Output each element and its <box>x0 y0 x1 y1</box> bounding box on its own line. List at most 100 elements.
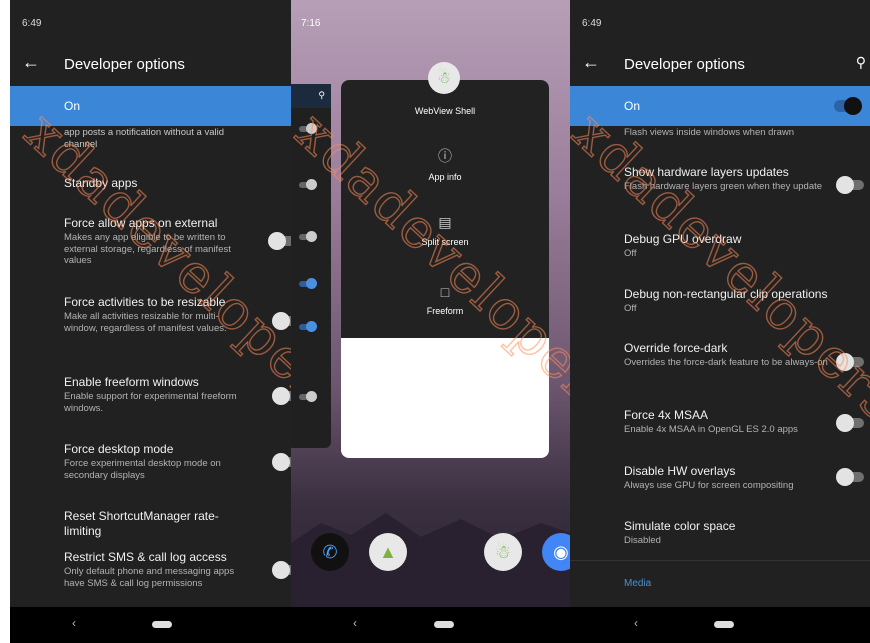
setting-title: Force activities to be resizable <box>64 295 226 309</box>
menu-item-app-info[interactable]: ⓘ App info <box>341 146 549 182</box>
nav-back-icon[interactable]: ‹ <box>353 616 357 630</box>
toggle-switch[interactable] <box>272 453 291 471</box>
search-icon[interactable]: ⚲ <box>856 54 866 71</box>
setting-row-restrict-sms[interactable]: Restrict SMS & call log access Only defa… <box>64 550 251 589</box>
app-bar: ← Developer options ⚲ <box>570 44 870 88</box>
setting-title: Debug non-rectangular clip operations <box>624 287 828 301</box>
previous-app-preview[interactable]: ⚲ <box>291 84 331 448</box>
navigation-bar: ‹ <box>10 607 291 643</box>
status-time: 6:49 <box>582 18 602 29</box>
nav-back-icon[interactable]: ‹ <box>634 616 638 630</box>
section-header-media: Media <box>624 578 652 589</box>
app-bar: ← Developer options <box>10 44 291 88</box>
setting-title: Override force-dark <box>624 341 728 355</box>
toggle-switch[interactable] <box>836 176 864 194</box>
setting-row-clip-operations[interactable]: Debug non-rectangular clip operations Of… <box>624 287 860 315</box>
setting-title: Force allow apps on external <box>64 216 218 230</box>
setting-row-gpu-overdraw[interactable]: Debug GPU overdraw Off <box>624 232 830 260</box>
setting-summary: Enable support for experimental freeform… <box>64 391 237 414</box>
nav-home-pill[interactable] <box>714 621 734 628</box>
toggle-switch[interactable] <box>836 414 864 432</box>
setting-title: Force desktop mode <box>64 442 174 456</box>
setting-summary: app posts a notification without a valid… <box>64 127 225 150</box>
setting-summary: Flash views inside windows when drawn <box>624 127 795 138</box>
setting-row-color-space[interactable]: Simulate color space Disabled <box>624 519 830 547</box>
setting-row-desktop-mode[interactable]: Force desktop mode Force experimental de… <box>64 442 251 481</box>
toggle-switch <box>299 231 317 242</box>
setting-summary: Off <box>624 303 637 314</box>
setting-row-force-resizable[interactable]: Force activities to be resizable Make al… <box>64 295 251 334</box>
section-divider <box>570 560 870 561</box>
webview-app-icon[interactable]: ☃ <box>428 62 460 94</box>
toggle-switch <box>299 321 317 332</box>
toggle-switch[interactable] <box>272 387 291 405</box>
setting-row-partial: app posts a notification without a valid… <box>64 126 251 150</box>
setting-title: Force 4x MSAA <box>624 408 709 422</box>
back-arrow-icon[interactable]: ← <box>22 52 40 73</box>
setting-summary: Force experimental desktop mode on secon… <box>64 458 221 481</box>
setting-row-msaa[interactable]: Force 4x MSAA Enable 4x MSAA in OpenGL E… <box>624 408 830 436</box>
setting-title: Disable HW overlays <box>624 464 736 478</box>
toggle-switch[interactable] <box>272 312 291 330</box>
nav-back-icon[interactable]: ‹ <box>72 616 76 630</box>
nav-home-pill[interactable] <box>152 621 172 628</box>
setting-row-standby-apps[interactable]: Standby apps <box>64 176 251 191</box>
setting-title: Simulate color space <box>624 519 736 533</box>
setting-title: Standby apps <box>64 176 138 190</box>
setting-summary: Only default phone and messaging apps ha… <box>64 566 235 589</box>
app-card-webview-shell[interactable]: WebView Shell ⓘ App info ▤ Split screen … <box>341 80 549 458</box>
toggle-switch[interactable] <box>836 468 864 486</box>
setting-title: Debug GPU overdraw <box>624 232 742 246</box>
setting-row-reset-shortcut[interactable]: Reset ShortcutManager rate-limiting <box>64 509 251 539</box>
setting-summary: Off <box>624 248 637 259</box>
setting-row-hw-layers[interactable]: Show hardware layers updates Flash hardw… <box>624 165 830 193</box>
toggle-switch[interactable] <box>836 353 864 371</box>
status-bar: 6:49 <box>570 0 870 44</box>
phone-app-icon[interactable]: ✆ <box>311 533 349 571</box>
search-icon: ⚲ <box>318 90 325 100</box>
webview-dock-icon[interactable]: ☃ <box>484 533 522 571</box>
setting-title: Show hardware layers updates <box>624 165 789 179</box>
status-time: 7:16 <box>301 18 321 29</box>
toggle-switch <box>299 278 317 289</box>
setting-title: Enable freeform windows <box>64 375 199 389</box>
info-icon: ⓘ <box>438 148 452 164</box>
toggle-switch[interactable] <box>268 232 291 250</box>
menu-item-freeform[interactable]: □ Freeform <box>341 284 549 316</box>
master-toggle-bar[interactable]: On <box>10 86 291 126</box>
master-toggle-label: On <box>624 99 641 113</box>
setting-row-partial: Flash views inside windows when drawn <box>624 126 830 139</box>
freeform-icon: □ <box>440 284 450 300</box>
settings-screen-right: 6:49 ← Developer options ⚲ On Flash view… <box>570 0 870 643</box>
app-card-menu: WebView Shell ⓘ App info ▤ Split screen … <box>341 80 549 338</box>
setting-row-force-external[interactable]: Force allow apps on external Makes any a… <box>64 216 251 267</box>
page-title: Developer options <box>624 56 745 73</box>
setting-summary: Enable 4x MSAA in OpenGL ES 2.0 apps <box>624 424 798 435</box>
navigation-bar: ‹ <box>570 607 870 643</box>
app-name-label: WebView Shell <box>414 106 476 116</box>
setting-summary: Always use GPU for screen compositing <box>624 480 794 491</box>
menu-item-split-screen[interactable]: ▤ Split screen <box>341 214 549 247</box>
setting-summary: Overrides the force-dark feature to be a… <box>624 357 828 368</box>
setting-summary: Make all activities resizable for multi-… <box>64 311 227 334</box>
android-app-icon[interactable]: ▲ <box>369 533 407 571</box>
watermark: xdadevelopers <box>570 99 870 434</box>
setting-row-freeform-windows[interactable]: Enable freeform windows Enable support f… <box>64 375 251 414</box>
back-arrow-icon[interactable]: ← <box>582 52 600 73</box>
status-bar: 6:49 <box>10 0 291 44</box>
navigation-bar: ‹ <box>291 607 570 643</box>
setting-title: Reset ShortcutManager rate-limiting <box>64 509 219 538</box>
setting-row-force-dark[interactable]: Override force-dark Overrides the force-… <box>624 341 830 369</box>
master-toggle-bar[interactable]: On <box>570 86 870 126</box>
setting-row-hw-overlays[interactable]: Disable HW overlays Always use GPU for s… <box>624 464 830 492</box>
master-toggle-switch[interactable] <box>834 97 862 115</box>
page-title: Developer options <box>64 56 185 73</box>
split-screen-icon: ▤ <box>438 214 452 230</box>
status-time: 6:49 <box>22 18 42 29</box>
toggle-switch <box>299 179 317 190</box>
toggle-switch[interactable] <box>272 561 291 579</box>
nav-home-pill[interactable] <box>434 621 454 628</box>
setting-summary: Disabled <box>624 535 661 546</box>
setting-summary: Flash hardware layers green when they up… <box>624 181 823 192</box>
settings-screen-left: 6:49 ← Developer options On app posts a … <box>10 0 291 643</box>
